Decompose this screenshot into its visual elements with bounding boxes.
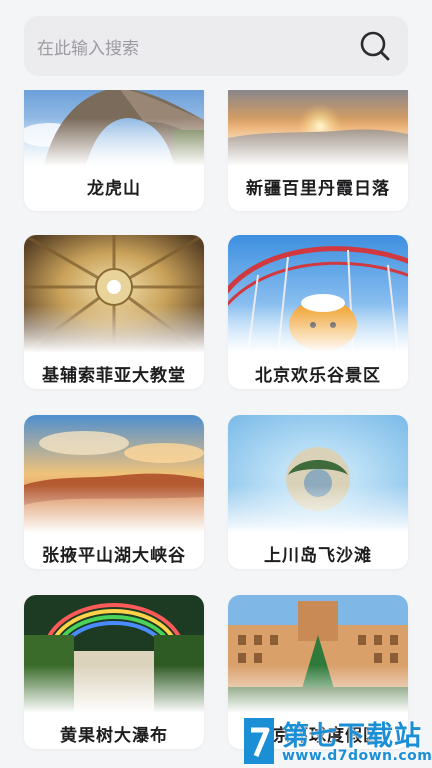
card-huangguoshu-waterfall[interactable]: 黄果树大瀑布 — [24, 595, 204, 749]
place-name: 新疆百里丹霞日落 — [246, 179, 390, 199]
search-icon[interactable] — [358, 29, 392, 63]
scenic-grid[interactable]: 龙虎山 新疆百里丹霞日落 基辅索菲亚大教堂 北京欢乐谷景区 张掖平山湖大峡谷 上… — [0, 90, 432, 768]
place-name: 龙虎山 — [87, 179, 141, 199]
card-kyiv-sophia[interactable]: 基辅索菲亚大教堂 — [24, 235, 204, 389]
card-zhangye-pingshanhu[interactable]: 张掖平山湖大峡谷 — [24, 415, 204, 569]
card-image — [24, 415, 204, 533]
place-name: 北京欢乐谷景区 — [255, 366, 381, 386]
card-image — [228, 90, 408, 166]
card-beijing-happy-valley[interactable]: 北京欢乐谷景区 — [228, 235, 408, 389]
place-name: 上川岛飞沙滩 — [264, 546, 372, 566]
card-shangchuan-island[interactable]: 上川岛飞沙滩 — [228, 415, 408, 569]
place-name: 黄果树大瀑布 — [60, 726, 168, 746]
card-image — [24, 90, 204, 166]
d7-logo-icon — [244, 718, 274, 764]
card-image — [24, 595, 204, 713]
search-bar[interactable]: 在此输入搜索 — [24, 16, 408, 76]
card-image — [24, 235, 204, 353]
watermark-url: www.d7down.com — [282, 748, 432, 764]
place-name: 张掖平山湖大峡谷 — [42, 546, 186, 566]
card-xinjiang-danxia[interactable]: 新疆百里丹霞日落 — [228, 90, 408, 211]
card-image — [228, 235, 408, 353]
card-image — [228, 415, 408, 533]
card-image — [228, 595, 408, 713]
place-name: 基辅索菲亚大教堂 — [42, 366, 186, 386]
card-longhushan[interactable]: 龙虎山 — [24, 90, 204, 211]
watermark: 第七下载站 www.d7down.com — [236, 714, 432, 768]
search-input[interactable]: 在此输入搜索 — [37, 34, 358, 59]
